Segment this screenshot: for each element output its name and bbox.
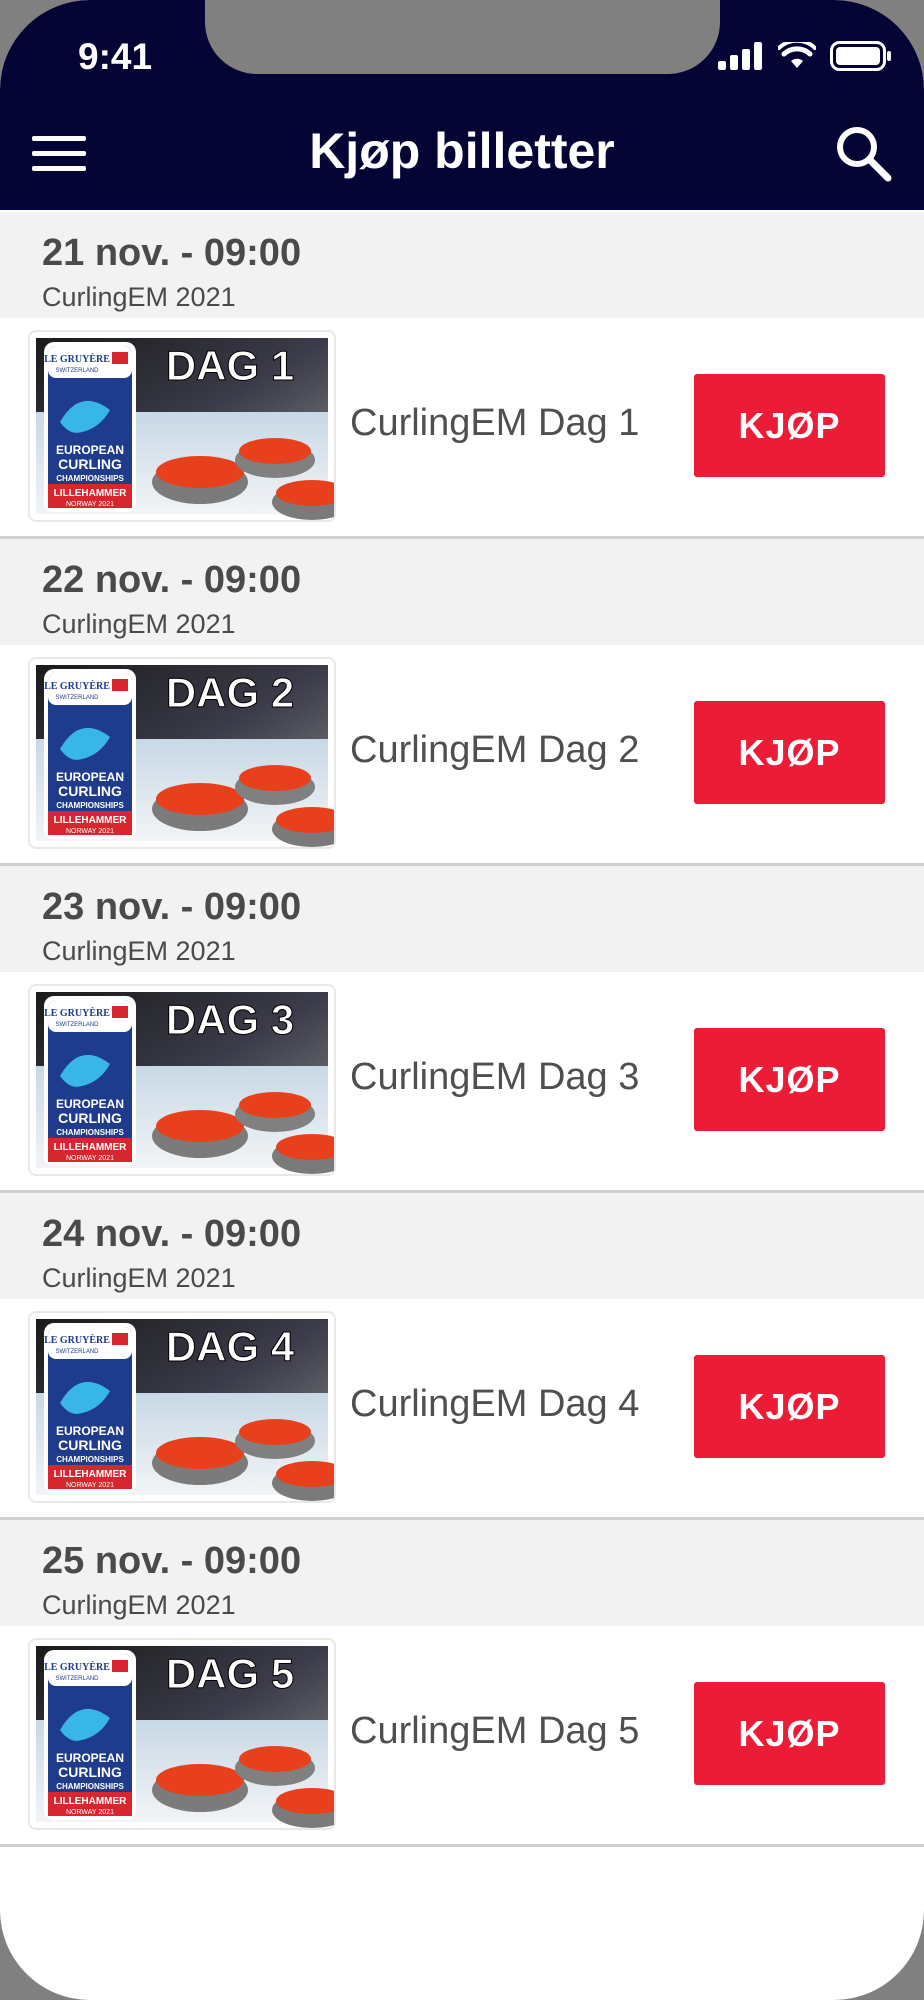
event-date: 22 nov. - 09:00	[42, 559, 302, 601]
event-thumbnail-image: LE GRUYÈRE SWITZERLAND EUROPEAN CURLING …	[36, 665, 352, 847]
buy-button[interactable]: KJØP	[694, 374, 885, 477]
day-badge: DAG 2	[166, 669, 294, 716]
battery-icon	[830, 41, 891, 71]
device-notch	[205, 0, 720, 74]
event-series: CurlingEM 2021	[42, 609, 236, 639]
logo-brand: LE GRUYÈRE	[44, 1661, 110, 1673]
event-row: LE GRUYÈRE SWITZERLAND EUROPEAN CURLING …	[0, 1626, 924, 1847]
date-header: 24 nov. - 09:00 CurlingEM 2021	[0, 1193, 924, 1299]
event-name: CurlingEM Dag 5	[350, 1710, 640, 1752]
logo-line1: EUROPEAN	[56, 1424, 124, 1438]
logo-line5: NORWAY 2021	[66, 1155, 114, 1162]
buy-button[interactable]: KJØP	[694, 701, 885, 804]
event-thumbnail[interactable]: LE GRUYÈRE SWITZERLAND EUROPEAN CURLING …	[30, 332, 352, 520]
logo-line2: CURLING	[58, 1764, 122, 1780]
logo-line4: LILLEHAMMER	[54, 1796, 128, 1807]
event-row: LE GRUYÈRE SWITZERLAND EUROPEAN CURLING …	[0, 645, 924, 866]
event-row: LE GRUYÈRE SWITZERLAND EUROPEAN CURLING …	[0, 318, 924, 539]
logo-line2: CURLING	[58, 783, 122, 799]
buy-button[interactable]: KJØP	[694, 1028, 885, 1131]
logo-line5: NORWAY 2021	[66, 1809, 114, 1816]
date-header: 22 nov. - 09:00 CurlingEM 2021	[0, 539, 924, 645]
logo-line1: EUROPEAN	[56, 770, 124, 784]
wifi-icon	[778, 42, 816, 68]
event-date: 25 nov. - 09:00	[42, 1540, 302, 1582]
search-button[interactable]	[834, 124, 894, 184]
logo-line2: CURLING	[58, 1437, 122, 1453]
event-row: LE GRUYÈRE SWITZERLAND EUROPEAN CURLING …	[0, 972, 924, 1193]
logo-line1: EUROPEAN	[56, 1751, 124, 1765]
buy-button[interactable]: KJØP	[694, 1682, 885, 1785]
event-date: 21 nov. - 09:00	[42, 232, 302, 274]
event-date: 23 nov. - 09:00	[42, 886, 302, 928]
logo-line4: LILLEHAMMER	[54, 815, 128, 826]
phone-screen: 9:41 Kjøp billetter 21 nov. - 09:00 Curl…	[0, 0, 924, 2000]
logo-line3: CHAMPIONSHIPS	[56, 474, 124, 483]
search-icon	[837, 127, 892, 182]
logo-line2: CURLING	[58, 1110, 122, 1126]
day-badge: DAG 4	[166, 1323, 295, 1370]
buy-button[interactable]: KJØP	[694, 1355, 885, 1458]
event-section: 24 nov. - 09:00 CurlingEM 2021 LE GRUYÈR…	[0, 1193, 924, 1520]
event-series: CurlingEM 2021	[42, 1590, 236, 1620]
logo-line5: NORWAY 2021	[66, 828, 114, 835]
event-thumbnail[interactable]: LE GRUYÈRE SWITZERLAND EUROPEAN CURLING …	[30, 1313, 352, 1501]
day-badge: DAG 3	[166, 996, 294, 1043]
event-row: LE GRUYÈRE SWITZERLAND EUROPEAN CURLING …	[0, 1299, 924, 1520]
signal-icon	[718, 42, 762, 70]
logo-brand: LE GRUYÈRE	[44, 353, 110, 365]
event-thumbnail-image: LE GRUYÈRE SWITZERLAND EUROPEAN CURLING …	[36, 1319, 352, 1501]
status-icons	[718, 38, 892, 74]
logo-line3: CHAMPIONSHIPS	[56, 801, 124, 810]
logo-line2: CURLING	[58, 456, 122, 472]
event-series: CurlingEM 2021	[42, 282, 236, 312]
logo-line4: LILLEHAMMER	[54, 1469, 128, 1480]
logo-line1: EUROPEAN	[56, 1097, 124, 1111]
date-header: 23 nov. - 09:00 CurlingEM 2021	[0, 866, 924, 972]
event-name: CurlingEM Dag 3	[350, 1056, 640, 1098]
event-series: CurlingEM 2021	[42, 1263, 236, 1293]
event-thumbnail-image: LE GRUYÈRE SWITZERLAND EUROPEAN CURLING …	[36, 1646, 352, 1828]
logo-line3: CHAMPIONSHIPS	[56, 1455, 124, 1464]
logo-brand: LE GRUYÈRE	[44, 1007, 110, 1019]
logo-brand: LE GRUYÈRE	[44, 1334, 110, 1346]
event-thumbnail[interactable]: LE GRUYÈRE SWITZERLAND EUROPEAN CURLING …	[30, 1640, 352, 1828]
logo-line5: NORWAY 2021	[66, 1482, 114, 1489]
event-thumbnail-image: LE GRUYÈRE SWITZERLAND EUROPEAN CURLING …	[36, 992, 352, 1174]
day-badge: DAG 1	[166, 342, 294, 389]
logo-line3: CHAMPIONSHIPS	[56, 1782, 124, 1791]
logo-line1: EUROPEAN	[56, 443, 124, 457]
event-name: CurlingEM Dag 2	[350, 729, 640, 771]
event-thumbnail[interactable]: LE GRUYÈRE SWITZERLAND EUROPEAN CURLING …	[30, 986, 352, 1174]
event-name: CurlingEM Dag 4	[350, 1383, 640, 1425]
event-section: 21 nov. - 09:00 CurlingEM 2021 LE GRUYÈR…	[0, 212, 924, 539]
event-date: 24 nov. - 09:00	[42, 1213, 302, 1255]
event-thumbnail[interactable]: LE GRUYÈRE SWITZERLAND EUROPEAN CURLING …	[30, 659, 352, 847]
event-section: 25 nov. - 09:00 CurlingEM 2021 LE GRUYÈR…	[0, 1520, 924, 1847]
logo-line5: NORWAY 2021	[66, 501, 114, 508]
event-section: 22 nov. - 09:00 CurlingEM 2021 LE GRUYÈR…	[0, 539, 924, 866]
logo-brand-sub: SWITZERLAND	[55, 695, 99, 701]
logo-brand-sub: SWITZERLAND	[55, 1349, 99, 1355]
date-header: 25 nov. - 09:00 CurlingEM 2021	[0, 1520, 924, 1626]
logo-brand-sub: SWITZERLAND	[55, 1676, 99, 1682]
logo-brand-sub: SWITZERLAND	[55, 368, 99, 374]
event-name: CurlingEM Dag 1	[350, 402, 640, 444]
event-thumbnail-image: LE GRUYÈRE SWITZERLAND EUROPEAN CURLING …	[36, 338, 352, 520]
logo-brand-sub: SWITZERLAND	[55, 1022, 99, 1028]
day-badge: DAG 5	[166, 1650, 294, 1697]
status-time: 9:41	[78, 36, 153, 77]
page-title: Kjøp billetter	[309, 123, 615, 179]
logo-line4: LILLEHAMMER	[54, 1142, 128, 1153]
date-header: 21 nov. - 09:00 CurlingEM 2021	[0, 212, 924, 318]
event-section: 23 nov. - 09:00 CurlingEM 2021 LE GRUYÈR…	[0, 866, 924, 1193]
logo-brand: LE GRUYÈRE	[44, 680, 110, 692]
logo-line4: LILLEHAMMER	[54, 488, 128, 499]
event-series: CurlingEM 2021	[42, 936, 236, 966]
event-list: 21 nov. - 09:00 CurlingEM 2021 LE GRUYÈR…	[0, 212, 924, 1847]
top-app-bar: 9:41 Kjøp billetter	[0, 0, 924, 210]
logo-line3: CHAMPIONSHIPS	[56, 1128, 124, 1137]
